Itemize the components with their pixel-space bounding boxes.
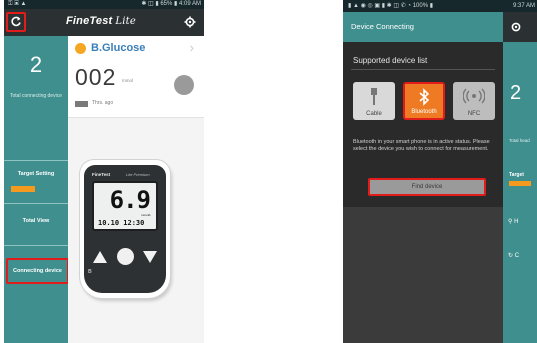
triangle-down-icon bbox=[143, 251, 157, 263]
glucose-dot-icon bbox=[75, 43, 86, 54]
meter-reading: 6.9 bbox=[109, 186, 151, 214]
strip-row-search: ⚲ H bbox=[508, 218, 518, 225]
glucose-unit: mmol bbox=[122, 78, 133, 83]
device-label: Bluetooth bbox=[411, 109, 437, 115]
glucose-value: 002 bbox=[75, 64, 117, 90]
back-button[interactable] bbox=[6, 12, 26, 32]
target-badge bbox=[11, 186, 35, 192]
sync-icon: ↻ bbox=[508, 253, 515, 259]
meter-datetime: 10.10 12:30 bbox=[98, 219, 145, 227]
dimmed-background bbox=[343, 207, 503, 343]
app-header: FineTest Lite bbox=[4, 9, 204, 36]
glucose-card[interactable]: B.Glucose › 002 mmol Thrs. ago bbox=[68, 36, 204, 118]
right-phone-screenshot: ▮ ▲ ◉ ◎ ▣ ▮ ✱ ◫ ✆ ◔ 100% ▮ 9:37 AM Devic… bbox=[343, 0, 537, 343]
left-phone-screenshot: ⚿ ▣ ▲ ✱ ◫ ▮ 65% ▮ 4:09 AM FineTest Lite 2… bbox=[4, 0, 204, 343]
device-label: NFC bbox=[467, 111, 481, 117]
dialog-title: Device Connecting bbox=[351, 22, 414, 31]
device-count-label: Total connecting device bbox=[10, 93, 62, 99]
strip-count: 2 bbox=[510, 82, 522, 104]
status-right: ✱ ◫ ▮ 65% ▮ 4:09 AM bbox=[141, 1, 201, 7]
meter-center-button bbox=[117, 248, 134, 265]
bluetooth-info-text: Bluetooth in your smart phone is in acti… bbox=[353, 139, 490, 152]
nav-target-setting[interactable]: Target Setting bbox=[4, 171, 68, 177]
chevron-right-icon[interactable]: › bbox=[190, 40, 194, 55]
meter-area: FineTest Lite Premium 6.9 mmol/L 10.10 1… bbox=[68, 118, 204, 343]
glucose-meter-image: FineTest Lite Premium 6.9 mmol/L 10.10 1… bbox=[80, 160, 170, 298]
background-app-strip: 2 Total head Target ⚲ H ↻ C bbox=[503, 12, 537, 343]
strip-target-badge bbox=[509, 181, 531, 186]
strip-count-label: Total head bbox=[509, 138, 530, 143]
meter-face: FineTest Lite Premium 6.9 mmol/L 10.10 1… bbox=[84, 165, 166, 293]
app-title: FineTest Lite bbox=[66, 15, 136, 27]
strip-row-sync: ↻ C bbox=[508, 252, 519, 259]
gear-icon[interactable] bbox=[184, 16, 196, 28]
nav-connecting-label: Connecting device bbox=[13, 268, 62, 274]
bluetooth-mark-icon: ʙ bbox=[88, 268, 92, 275]
bluetooth-icon bbox=[419, 88, 430, 106]
device-count: 2 bbox=[29, 52, 43, 77]
status-left: ▮ ▲ ◉ ◎ ▣ ▮ ✱ ◫ ✆ ◔ 100% ▮ bbox=[348, 3, 434, 9]
device-label: Cable bbox=[366, 111, 382, 117]
nav-divider bbox=[4, 245, 68, 246]
find-device-button[interactable]: Find device bbox=[368, 178, 486, 196]
glucose-label: B.Glucose bbox=[91, 42, 146, 54]
strip-top bbox=[503, 12, 537, 42]
meter-display: 6.9 mmol/L 10.10 12:30 bbox=[92, 181, 158, 231]
status-left: ⚿ ▣ ▲ bbox=[8, 1, 27, 7]
usb-icon bbox=[371, 88, 377, 105]
time-ago: Thrs. ago bbox=[92, 100, 114, 106]
dialog-header: Device Connecting bbox=[343, 12, 503, 42]
strip-row-label: H bbox=[514, 219, 519, 225]
brand-suffix: Lite bbox=[115, 16, 136, 27]
device-bluetooth-button[interactable]: Bluetooth bbox=[403, 82, 445, 120]
device-nfc-button[interactable]: NFC bbox=[453, 82, 495, 120]
device-cable-button[interactable]: Cable bbox=[353, 82, 395, 120]
meal-tag bbox=[75, 101, 88, 107]
status-bar: ⚿ ▣ ▲ ✱ ◫ ▮ 65% ▮ 4:09 AM bbox=[4, 0, 204, 9]
dialog-divider bbox=[351, 69, 495, 70]
nav-divider bbox=[4, 203, 68, 204]
nav-total-view[interactable]: Total View bbox=[4, 218, 68, 224]
strip-target-label: Target bbox=[509, 172, 524, 178]
triangle-up-icon bbox=[93, 251, 107, 263]
device-dialog: Supported device list Cable Bluetooth NF… bbox=[343, 42, 503, 207]
meter-unit: mmol/L bbox=[141, 213, 151, 217]
meter-brand: FineTest bbox=[92, 172, 111, 177]
refresh-icon bbox=[11, 16, 21, 27]
meter-brand-suffix: Lite Premium bbox=[126, 172, 150, 177]
gear-icon bbox=[511, 22, 521, 32]
brand-name: FineTest bbox=[66, 15, 113, 27]
status-time: 9:37 AM bbox=[512, 3, 535, 9]
status-bar: ▮ ▲ ◉ ◎ ▣ ▮ ✱ ◫ ✆ ◔ 100% ▮ 9:37 AM bbox=[343, 0, 537, 12]
nfc-icon bbox=[463, 88, 485, 104]
nav-divider bbox=[4, 160, 68, 161]
supported-list-heading: Supported device list bbox=[353, 56, 428, 65]
meal-toggle-button[interactable] bbox=[174, 75, 194, 95]
nav-connecting-device[interactable]: Connecting device bbox=[6, 258, 69, 284]
meter-buttons bbox=[91, 247, 159, 267]
strip-row-label: C bbox=[514, 253, 520, 259]
